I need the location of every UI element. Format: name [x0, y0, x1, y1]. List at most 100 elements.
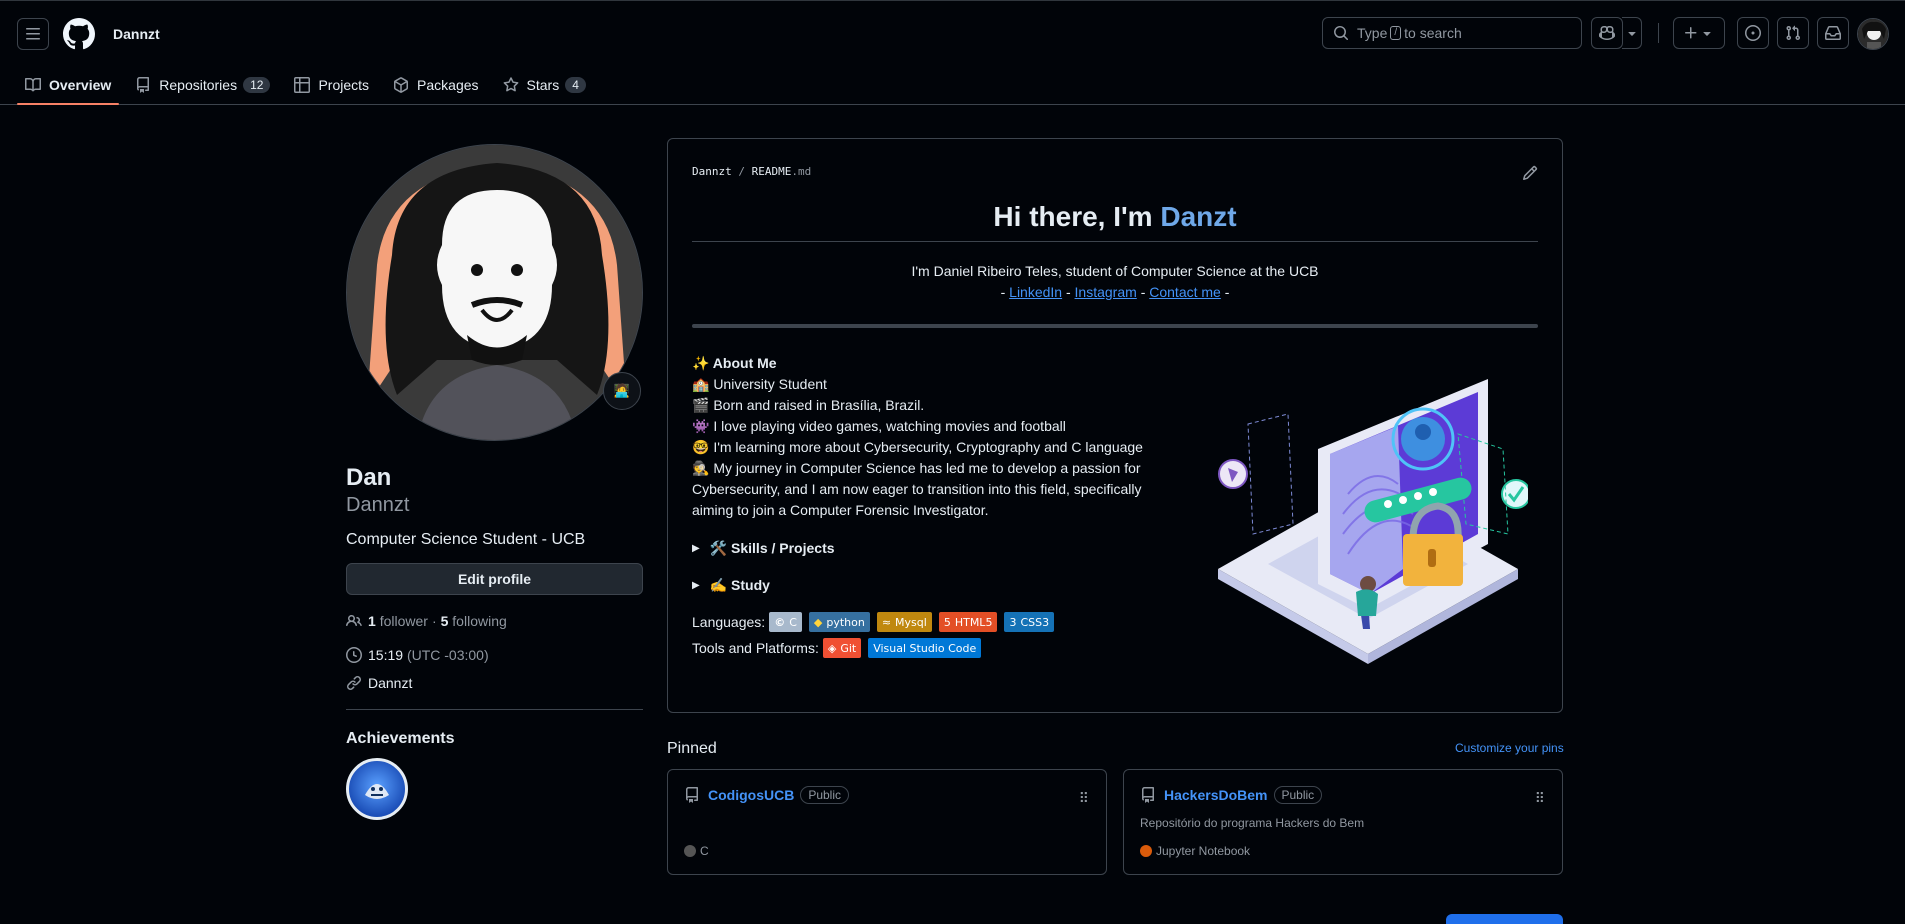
badge-label: C — [789, 615, 797, 629]
tool-badge-git: ◈ Git — [822, 638, 862, 658]
bottom-action-button[interactable] — [1446, 914, 1563, 924]
issue-opened-icon — [1745, 25, 1761, 41]
link-separator: - — [1224, 284, 1230, 300]
about-title: ✨ About Me — [692, 355, 777, 371]
about-line: 👾 I love playing video games, watching m… — [692, 418, 1066, 434]
tab-repositories[interactable]: Repositories 12 — [127, 66, 278, 104]
language-badge-c: © C — [769, 612, 802, 632]
repo-icon — [137, 77, 150, 93]
study-details-toggle[interactable]: ▶ ✍️ Study — [692, 577, 770, 594]
readme-file-name: README — [751, 165, 792, 178]
drag-handle-icon[interactable]: ⠿ — [1079, 790, 1089, 807]
visibility-badge: Public — [800, 786, 850, 804]
tab-packages[interactable]: Packages — [385, 66, 486, 104]
about-line: 🤓 I'm learning more about Cybersecurity,… — [692, 439, 1143, 455]
top-bar: Dannzt Type / to search — [0, 0, 1905, 66]
achievement-badge[interactable] — [346, 758, 408, 820]
copilot-dropdown[interactable] — [1622, 17, 1642, 49]
edit-profile-button[interactable]: Edit profile — [346, 563, 643, 595]
disclosure-triangle-icon: ▶ — [692, 543, 700, 554]
link-icon — [346, 675, 362, 691]
about-section: ✨ About Me 🏫 University Student 🎬 Born a… — [692, 353, 1152, 521]
following-link[interactable]: 5 following — [441, 613, 507, 629]
followers-link[interactable]: 1 follower — [368, 613, 428, 629]
git-logo-icon: ◈ — [827, 641, 837, 655]
git-pull-request-icon — [1786, 25, 1801, 41]
create-new-button[interactable] — [1673, 17, 1725, 49]
skills-details-toggle[interactable]: ▶ 🛠️ Skills / Projects — [692, 540, 835, 557]
pull-requests-button[interactable] — [1777, 17, 1809, 49]
mysql-logo-icon: ≈ — [881, 615, 892, 629]
language-color-dot — [684, 845, 696, 857]
inbox-button[interactable] — [1817, 17, 1849, 49]
repo-language: C — [684, 844, 709, 858]
tab-label: Overview — [49, 77, 112, 93]
tab-label: Projects — [318, 77, 370, 93]
customize-pins-link[interactable]: Customize your pins — [1455, 741, 1564, 755]
local-time: 15:19 — [368, 647, 404, 663]
header-username[interactable]: Dannzt — [113, 26, 160, 42]
readme-path-user[interactable]: Dannzt — [692, 165, 732, 178]
repo-description: Repositório do programa Hackers do Bem — [1140, 816, 1365, 830]
c-logo-icon: © — [774, 615, 786, 629]
pinned-repo-link[interactable]: HackersDoBem — [1164, 787, 1268, 803]
following-count: 5 — [440, 613, 449, 629]
github-logo-icon[interactable] — [63, 17, 95, 50]
badge-label: Visual Studio Code — [873, 641, 977, 655]
readme-title: Hi there, I'm Danzt — [692, 201, 1538, 242]
pencil-icon[interactable] — [1522, 165, 1538, 181]
tab-label: Repositories — [159, 77, 238, 93]
linkedin-link[interactable]: LinkedIn — [1009, 284, 1062, 300]
css3-logo-icon: 3 — [1009, 615, 1017, 629]
stars-count: 4 — [565, 77, 586, 93]
user-avatar-menu[interactable] — [1857, 18, 1889, 50]
languages-label: Languages: — [692, 614, 766, 630]
details-label: 🛠️ Skills / Projects — [709, 540, 835, 556]
tab-projects[interactable]: Projects — [286, 66, 377, 104]
profile-readme: Dannzt / README.md Hi there, I'm Danzt I… — [667, 138, 1563, 713]
language-badge-mysql: ≈ Mysql — [876, 612, 932, 632]
contact-link[interactable]: Contact me — [1149, 284, 1221, 300]
badge-label: HTML5 — [954, 615, 993, 629]
tool-badge-vscode: Visual Studio Code — [868, 638, 982, 658]
header-divider — [1658, 23, 1659, 43]
language-badge-css3: 3 CSS3 — [1004, 612, 1055, 632]
book-icon — [25, 77, 41, 92]
triangle-down-icon — [1703, 32, 1711, 36]
about-line: 🕵️ My journey in Computer Science has le… — [692, 460, 1142, 518]
tab-stars[interactable]: Stars 4 — [495, 66, 594, 104]
search-input[interactable]: Type / to search — [1322, 17, 1582, 49]
meta-separator: · — [431, 613, 437, 629]
plus-icon — [1685, 27, 1697, 39]
package-icon — [394, 77, 409, 93]
status-emoji-button[interactable]: 🧑‍💻 — [603, 372, 641, 410]
issues-button[interactable] — [1737, 17, 1769, 49]
profile-bio: Computer Science Student - UCB — [346, 531, 586, 548]
readme-file-link[interactable]: README.md — [752, 165, 812, 178]
shark-achievement-icon — [365, 784, 389, 799]
repo-language: Jupyter Notebook — [1140, 844, 1250, 858]
search-placeholder-start: Type — [1357, 25, 1388, 41]
profile-sidebar: Dan Dannzt Computer Science Student - UC… — [346, 144, 643, 820]
language-name: C — [700, 844, 709, 858]
following-label: following — [452, 613, 507, 629]
instagram-link[interactable]: Instagram — [1075, 284, 1137, 300]
sidebar-divider — [346, 709, 643, 710]
readme-file-ext: .md — [791, 165, 812, 178]
profile-avatar[interactable] — [346, 144, 643, 441]
pinned-repo-card: CodigosUCB Public ⠿ C — [667, 769, 1107, 875]
intro-text: I'm Daniel Ribeiro Teles, student of Com… — [911, 263, 1319, 279]
title-prefix: Hi there, I'm — [993, 201, 1161, 232]
search-shortcut-key: / — [1390, 26, 1402, 40]
copilot-icon — [1599, 25, 1615, 41]
tab-overview[interactable]: Overview — [17, 66, 120, 105]
drag-handle-icon[interactable]: ⠿ — [1535, 790, 1545, 807]
pinned-repo-link[interactable]: CodigosUCB — [708, 787, 794, 803]
menu-button[interactable] — [17, 17, 49, 50]
badge-label: python — [826, 615, 865, 629]
avatar-icon — [1858, 19, 1888, 49]
copilot-button[interactable] — [1591, 17, 1623, 49]
profile-website-link[interactable]: Dannzt — [368, 675, 412, 691]
profile-login: Dannzt — [346, 494, 410, 516]
inbox-icon — [1825, 26, 1841, 40]
